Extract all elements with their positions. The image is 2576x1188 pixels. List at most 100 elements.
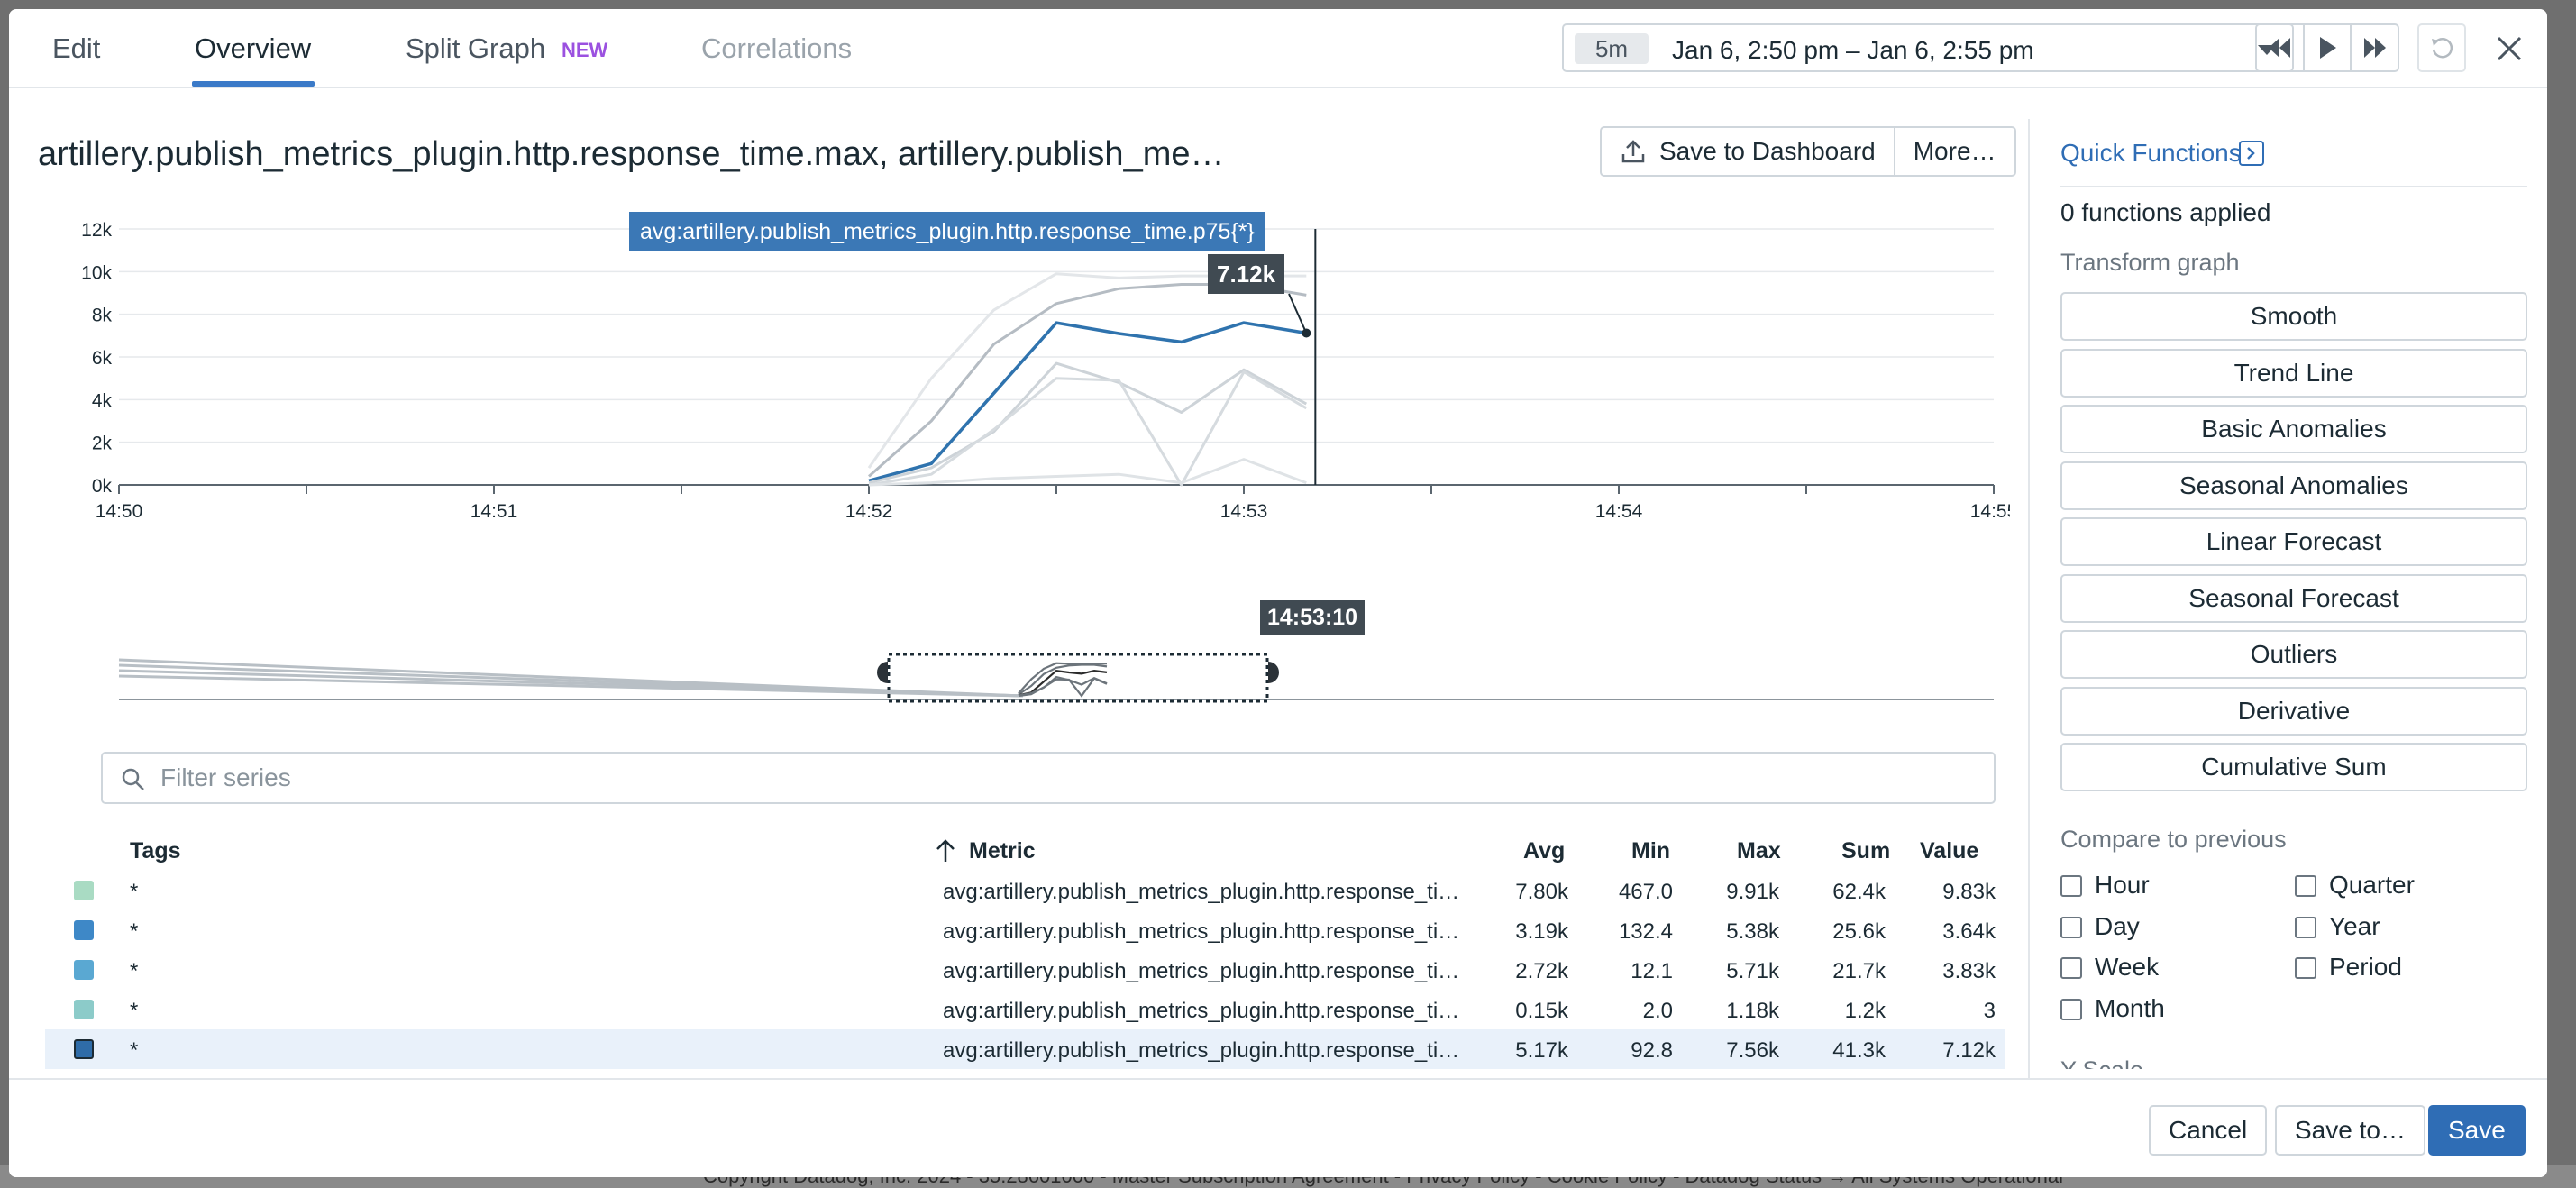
chart-grid	[119, 228, 1994, 486]
cell-max: 7.56k	[1726, 1038, 1779, 1063]
table-row[interactable]: * avg:artillery.publish_metrics_plugin.ht…	[45, 950, 2005, 990]
table-body: * avg:artillery.publish_metrics_plugin.ht…	[45, 871, 2005, 1069]
y-tick-label: 2k	[92, 434, 113, 454]
series-color-swatch[interactable]	[74, 1000, 94, 1019]
table-row[interactable]: * avg:artillery.publish_metrics_plugin.ht…	[45, 990, 2005, 1029]
cell-tag: *	[130, 1038, 139, 1063]
compare-checkbox-week[interactable]: Week	[2060, 953, 2159, 982]
transform-graph-heading: Transform graph	[2060, 249, 2240, 276]
checkbox-icon[interactable]	[2060, 875, 2082, 897]
checkbox-icon[interactable]	[2295, 875, 2316, 897]
column-header-min[interactable]: Min	[1631, 838, 1670, 864]
modal-footer: Cancel Save to… Save	[9, 1078, 2547, 1177]
checkbox-label: Week	[2095, 953, 2160, 981]
function-button-linear-forecast[interactable]: Linear Forecast	[2060, 517, 2527, 566]
table-row[interactable]: * avg:artillery.publish_metrics_plugin.ht…	[45, 1029, 2005, 1069]
search-icon	[122, 768, 144, 790]
series-color-swatch[interactable]	[74, 1039, 94, 1059]
save-to-button[interactable]: Save to…	[2275, 1105, 2425, 1156]
checkbox-icon[interactable]	[2060, 998, 2082, 1020]
compare-checkbox-quarter[interactable]: Quarter	[2295, 871, 2415, 900]
series-table: Tags Metric Avg Min Max Sum Value * avg:a…	[45, 831, 2005, 1069]
compare-checkbox-hour[interactable]: Hour	[2060, 871, 2150, 900]
time-span-chip: 5m	[1575, 33, 1649, 64]
series-line	[868, 361, 1308, 485]
function-button-smooth[interactable]: Smooth	[2060, 292, 2527, 341]
table-row[interactable]: * avg:artillery.publish_metrics_plugin.ht…	[45, 871, 2005, 910]
function-button-cumulative-sum[interactable]: Cumulative Sum	[2060, 743, 2527, 791]
upload-icon	[1621, 140, 1645, 163]
checkbox-label: Period	[2329, 953, 2402, 981]
checkbox-icon[interactable]	[2295, 916, 2316, 938]
quick-functions-panel: Quick Functions 0 functions applied Tran…	[2028, 119, 2547, 1092]
function-button-trend-line[interactable]: Trend Line	[2060, 348, 2527, 398]
compare-checkbox-day[interactable]: Day	[2060, 912, 2140, 941]
function-button-seasonal-anomalies[interactable]: Seasonal Anomalies	[2060, 461, 2527, 510]
more-button[interactable]: More…	[1893, 128, 2014, 175]
new-badge: NEW	[562, 39, 608, 61]
y-tick-label: 4k	[92, 390, 113, 411]
fast-forward-button[interactable]	[2350, 25, 2398, 70]
y-tick-label: 8k	[92, 306, 113, 326]
quick-functions-link[interactable]: Quick Functions	[2060, 139, 2242, 168]
series-color-swatch[interactable]	[74, 920, 94, 940]
compare-checkbox-period[interactable]: Period	[2295, 953, 2402, 982]
close-button[interactable]	[2489, 29, 2529, 69]
table-row[interactable]: * avg:artillery.publish_metrics_plugin.ht…	[45, 910, 2005, 950]
tab-correlations[interactable]: Correlations	[701, 32, 852, 65]
y-tick-label: 0k	[92, 476, 113, 497]
function-button-outliers[interactable]: Outliers	[2060, 630, 2527, 679]
functions-applied-count: 0 functions applied	[2060, 198, 2271, 226]
close-icon	[2497, 36, 2522, 61]
checkbox-icon[interactable]	[2060, 957, 2082, 979]
series-color-swatch[interactable]	[74, 960, 94, 980]
cell-max: 5.38k	[1726, 919, 1779, 944]
sort-ascending-icon[interactable]	[934, 838, 957, 864]
cell-avg: 0.15k	[1515, 999, 1568, 1023]
timeseries-chart[interactable]: 0k2k4k6k8k10k12k 14:50 14:51 14:52 14:53 14:…	[9, 207, 2010, 712]
cell-tag: *	[130, 919, 139, 944]
cell-avg: 2.72k	[1515, 959, 1568, 983]
rewind-icon	[2269, 38, 2291, 58]
compare-checkbox-year[interactable]: Year	[2295, 912, 2380, 941]
cell-avg: 7.80k	[1515, 880, 1568, 904]
compare-checkbox-month[interactable]: Month	[2060, 994, 2165, 1023]
series-line	[868, 370, 1308, 487]
function-button-derivative[interactable]: Derivative	[2060, 686, 2527, 736]
column-header-sum[interactable]: Sum	[1841, 838, 1890, 864]
rewind-button[interactable]	[2257, 25, 2303, 70]
column-header-metric[interactable]: Metric	[969, 838, 1036, 864]
cell-tag: *	[130, 880, 139, 904]
column-header-avg[interactable]: Avg	[1523, 838, 1565, 864]
cell-min: 12.1	[1631, 959, 1673, 983]
time-range-picker[interactable]: 5m Jan 6, 2:50 pm – Jan 6, 2:55 pm	[1562, 23, 2294, 72]
cell-min: 92.8	[1631, 1038, 1673, 1063]
checkbox-icon[interactable]	[2060, 916, 2082, 938]
save-to-dashboard-button[interactable]: Save to Dashboard	[1602, 128, 1894, 175]
x-tick-label: 14:53	[1220, 501, 1268, 522]
save-to-dashboard-label: Save to Dashboard	[1659, 137, 1876, 165]
play-button[interactable]	[2302, 25, 2351, 70]
filter-series-input[interactable]	[160, 754, 1873, 802]
column-header-max[interactable]: Max	[1737, 838, 1781, 864]
column-header-value[interactable]: Value	[1920, 838, 1978, 864]
checkbox-icon[interactable]	[2295, 957, 2316, 979]
minimap-right-handle	[1268, 662, 1279, 683]
series-color-swatch[interactable]	[74, 881, 94, 900]
function-button-seasonal-forecast[interactable]: Seasonal Forecast	[2060, 573, 2527, 623]
cell-metric: avg:artillery.publish_metrics_plugin.htt…	[943, 959, 1460, 983]
reset-time-button[interactable]	[2417, 23, 2466, 72]
series-line	[868, 321, 1307, 482]
function-button-basic-anomalies[interactable]: Basic Anomalies	[2060, 405, 2527, 453]
tab-split-graph[interactable]: Split Graph	[406, 32, 545, 65]
checkbox-label: Day	[2095, 911, 2140, 940]
cell-sum: 25.6k	[1832, 919, 1886, 944]
cancel-button[interactable]: Cancel	[2149, 1105, 2268, 1156]
save-button[interactable]: Save	[2428, 1105, 2526, 1156]
checkbox-label: Year	[2329, 911, 2380, 940]
cell-min: 2.0	[1642, 999, 1673, 1023]
tab-overview[interactable]: Overview	[195, 32, 311, 65]
panel-toggle-icon[interactable]	[2239, 141, 2264, 166]
tab-edit[interactable]: Edit	[52, 32, 100, 65]
column-header-tags[interactable]: Tags	[130, 838, 181, 864]
